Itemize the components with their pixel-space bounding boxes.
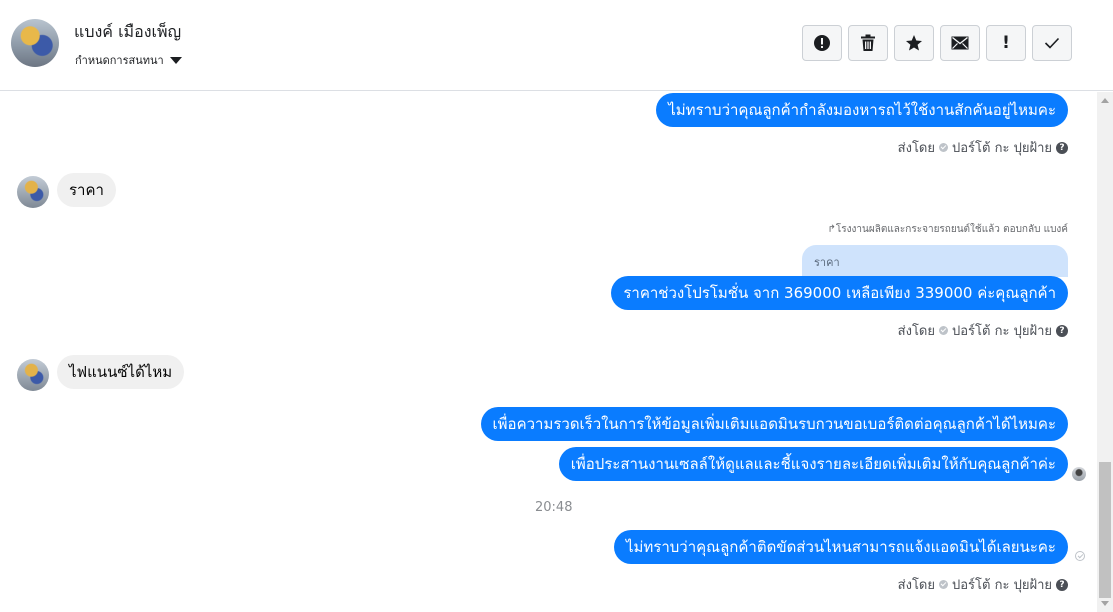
- outgoing-message[interactable]: เพื่อประสานงานเซลล์ให้ดูแลและชี้แจงรายละ…: [558, 447, 1068, 481]
- sent-status-icon: [1075, 551, 1085, 561]
- mark-done-button[interactable]: [1032, 25, 1072, 61]
- sent-by-meta: ส่งโดย ปอร์โต้ กะ ปุยฝ้าย ?: [898, 137, 1068, 158]
- contact-name[interactable]: แบงค์ เมืองเพ็ญ: [74, 20, 181, 45]
- delete-button[interactable]: [848, 25, 888, 61]
- sender-name: ปอร์โต้ กะ ปุยฝ้าย: [952, 141, 1052, 156]
- trash-icon: [861, 34, 875, 51]
- star-button[interactable]: [894, 25, 934, 61]
- scroll-up-arrow-icon[interactable]: [1101, 98, 1109, 103]
- contact-avatar-small[interactable]: [17, 176, 49, 208]
- reply-arrow-icon: ↱: [827, 224, 836, 235]
- spam-button[interactable]: [802, 25, 842, 61]
- sent-by-meta: ส่งโดย ปอร์โต้ กะ ปุยฝ้าย ?: [898, 574, 1068, 595]
- sent-by-label: ส่งโดย: [897, 324, 935, 339]
- verified-check-icon: [939, 580, 948, 589]
- incoming-message[interactable]: ราคา: [57, 173, 116, 207]
- checkmark-icon: [1044, 37, 1060, 49]
- reply-context-text: โรงงานผลิตและกระจายรถยนต์ใช้แล้ว ตอบกลับ…: [835, 224, 1068, 235]
- assign-conversation-label: กำหนดการสนทนา: [75, 54, 164, 67]
- contact-avatar-small[interactable]: [17, 359, 49, 391]
- verified-check-icon: [939, 326, 948, 335]
- quoted-message[interactable]: ราคา: [802, 245, 1068, 277]
- sent-by-label: ส่งโดย: [897, 578, 935, 593]
- caret-down-icon: [169, 56, 182, 64]
- outgoing-message[interactable]: ไม่ทราบว่าคุณลูกค้าติดขัดส่วนไหนสามารถแจ…: [613, 530, 1068, 564]
- reply-context: ↱โรงงานผลิตและกระจายรถยนต์ใช้แล้ว ตอบกลั…: [828, 222, 1068, 237]
- follow-up-button[interactable]: !: [986, 25, 1026, 61]
- outgoing-message[interactable]: ไม่ทราบว่าคุณลูกค้ากำลังมองหารถไว้ใช้งาน…: [656, 93, 1068, 127]
- sent-by-meta: ส่งโดย ปอร์โต้ กะ ปุยฝ้าย ?: [898, 320, 1068, 341]
- alert-circle-icon: [814, 35, 830, 51]
- conversation-toolbar: !: [802, 25, 1072, 61]
- help-icon[interactable]: ?: [1056, 324, 1068, 337]
- assign-conversation-dropdown[interactable]: กำหนดการสนทนา: [75, 51, 182, 69]
- seen-avatar: [1072, 467, 1086, 481]
- scrollbar-thumb[interactable]: [1099, 462, 1111, 598]
- sender-name: ปอร์โต้ กะ ปุยฝ้าย: [952, 324, 1052, 339]
- sent-by-label: ส่งโดย: [897, 141, 935, 156]
- outgoing-message[interactable]: ราคาช่วงโปรโมชั่น จาก 369000 เหลือเพียง …: [611, 276, 1068, 310]
- incoming-message[interactable]: ไฟแนนซ์ได้ไหม: [57, 355, 185, 389]
- scroll-down-arrow-icon[interactable]: [1101, 601, 1109, 606]
- message-thread: ไม่ทราบว่าคุณลูกค้ากำลังมองหารถไว้ใช้งาน…: [0, 92, 1097, 612]
- message-timestamp: 20:48: [535, 500, 573, 515]
- star-icon: [906, 35, 922, 51]
- thread-scrollbar[interactable]: [1097, 92, 1113, 612]
- exclamation-icon: !: [1002, 33, 1010, 53]
- help-icon[interactable]: ?: [1056, 578, 1068, 591]
- help-icon[interactable]: ?: [1056, 141, 1068, 154]
- conversation-header: แบงค์ เมืองเพ็ญ กำหนดการสนทนา !: [0, 0, 1113, 91]
- mark-unread-button[interactable]: [940, 25, 980, 61]
- verified-check-icon: [939, 143, 948, 152]
- sender-name: ปอร์โต้ กะ ปุยฝ้าย: [952, 578, 1052, 593]
- envelope-icon: [951, 36, 969, 50]
- contact-avatar[interactable]: [11, 19, 59, 67]
- outgoing-message[interactable]: เพื่อความรวดเร็วในการให้ข้อมูลเพิ่มเติมแ…: [480, 407, 1068, 441]
